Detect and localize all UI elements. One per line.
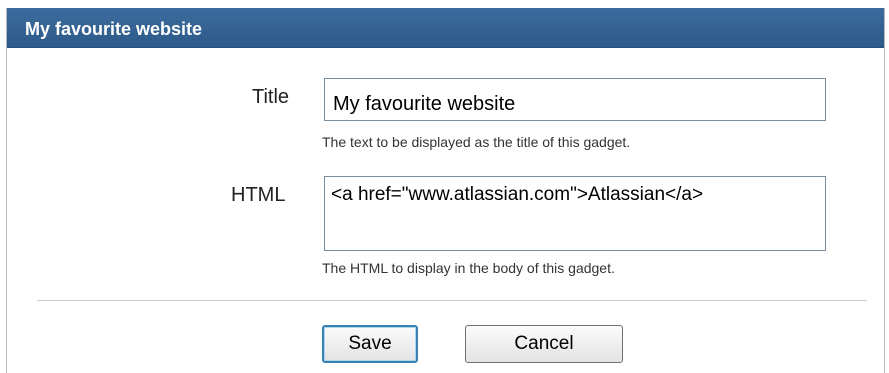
gadget-titlebar: My favourite website bbox=[7, 8, 884, 48]
gadget-title: My favourite website bbox=[25, 19, 203, 39]
html-field-label: HTML bbox=[231, 184, 286, 206]
title-input[interactable] bbox=[324, 78, 826, 121]
save-button[interactable]: Save bbox=[322, 325, 418, 363]
cancel-button[interactable]: Cancel bbox=[465, 325, 623, 363]
gadget-config-panel: My favourite website Title The text to b… bbox=[6, 8, 885, 373]
title-field-help: The text to be displayed as the title of… bbox=[322, 134, 631, 150]
title-field-label: Title bbox=[252, 86, 290, 108]
form-divider bbox=[37, 300, 867, 301]
html-field-help: The HTML to display in the body of this … bbox=[322, 260, 615, 276]
html-textarea[interactable]: <a href="www.atlassian.com">Atlassian</a… bbox=[324, 176, 826, 251]
